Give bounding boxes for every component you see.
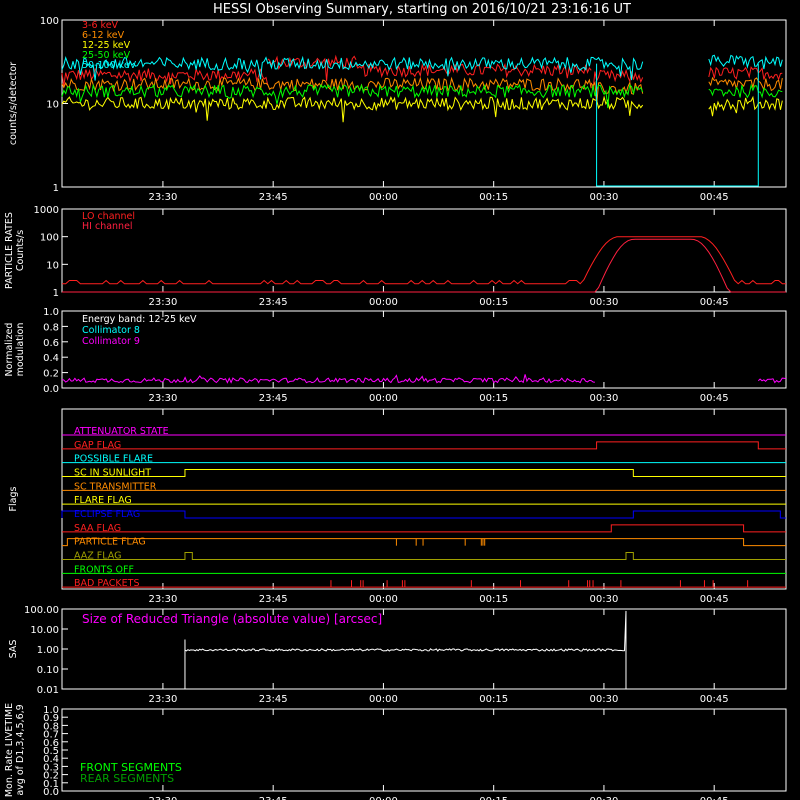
sas-annotation: Size of Reduced Triangle (absolute value… (82, 612, 382, 626)
sas-ytick-label: 0.10 (37, 665, 59, 676)
flags-panel: 23:30 23:45 00:00 00:15 00:30 00:45FlagsATTEN… (8, 408, 787, 605)
flag-trace (62, 441, 786, 450)
particle-rates-ytick-label: 1000 (34, 205, 59, 216)
modulation-annotation: Energy band: 12-25 keV (82, 314, 197, 325)
count-rates-frame (61, 19, 787, 188)
sas-xtick-label: 00:45 (700, 694, 729, 705)
livetime-xtick-label: 23:30 (149, 796, 178, 800)
livetime-ylabel: Mon. Rate LIVETIME (4, 703, 15, 797)
modulation-ytick-label: 0.8 (43, 322, 59, 333)
modulation-ylabel: modulation (15, 323, 26, 377)
series-Collimator-9 (61, 374, 786, 384)
sas-xtick-label: 23:30 (149, 694, 178, 705)
particle-rates-xtick-label: 23:45 (259, 297, 288, 308)
livetime-xtick-label: 00:00 (369, 796, 398, 800)
particle-rates-xtick-label: 23:30 (149, 297, 178, 308)
count-rates-ytick-label: 1 (53, 183, 59, 194)
modulation-ytick-label: 0.6 (43, 338, 59, 349)
series-LO-channel (62, 236, 786, 285)
livetime-ylabel: avg of D1,3,4,5,6,9 (15, 704, 26, 795)
flag-trace (62, 552, 786, 560)
legend-entry: Collimator 8 (82, 325, 140, 336)
flags-xtick-label: 00:30 (590, 594, 619, 605)
particle-rates-xtick-label: 00:15 (479, 297, 508, 308)
hessi-summary-figure: HESSI Observing Summary, starting on 201… (4, 2, 787, 800)
flag-trace (62, 538, 786, 547)
sas-xtick-label: 00:30 (590, 694, 619, 705)
modulation-ytick-label: 0.4 (43, 353, 59, 364)
livetime-xtick-label: 00:45 (700, 796, 729, 800)
sas-ytick-label: 1.00 (37, 645, 59, 656)
modulation-ylabel: Normalized (4, 323, 15, 377)
livetime-xtick-label: 00:30 (590, 796, 619, 800)
sas-ytick-label: 100.00 (24, 605, 59, 616)
livetime-ytick-label: 1.0 (43, 705, 59, 716)
flags-xtick-label: 23:45 (259, 594, 288, 605)
flags-xtick-label: 23:30 (149, 594, 178, 605)
livetime-xtick-label: 23:45 (259, 796, 288, 800)
sas-xtick-label: 00:00 (369, 694, 398, 705)
modulation-ytick-label: 0.0 (43, 384, 59, 395)
count-rates-panel: 23:30 23:45 00:00 00:15 00:30 00:45 1 10 100 coun… (8, 16, 787, 203)
livetime-panel: 23:3023:4500:0000:1500:3000:450.00.10.20… (4, 703, 787, 800)
livetime-xtick-label: 00:15 (479, 796, 508, 800)
particle-rates-xtick-label: 00:30 (590, 297, 619, 308)
count-rates-xtick-label: 23:30 (149, 192, 178, 203)
flag-trace (61, 510, 786, 519)
flags-xtick-label: 00:00 (369, 594, 398, 605)
count-rates-ytick-label: 100 (40, 16, 59, 27)
particle-rates-ytick-label: 10 (46, 260, 59, 271)
particle-rates-ylabel: Counts/s (15, 230, 26, 271)
count-rates-ylabel: counts/s/detector (8, 62, 19, 145)
sas-xtick-label: 00:15 (479, 694, 508, 705)
legend-entry: Collimator 9 (82, 336, 140, 347)
modulation-xtick-label: 00:00 (369, 393, 398, 404)
legend-entry: 50-100 keV (82, 60, 137, 71)
modulation-ytick-label: 1.0 (43, 307, 59, 318)
flags-xtick-label: 00:15 (479, 594, 508, 605)
series-12-25-keV (61, 95, 783, 123)
flag-trace (62, 524, 786, 533)
legend-entry: REAR SEGMENTS (80, 772, 174, 785)
figure-title: HESSI Observing Summary, starting on 201… (213, 2, 631, 17)
count-rates-ytick-label: 10 (46, 100, 59, 111)
modulation-xtick-label: 00:45 (700, 393, 729, 404)
particle-rates-ytick-label: 100 (40, 233, 59, 244)
count-rates-xtick-label: 00:45 (700, 192, 729, 203)
modulation-xtick-label: 23:45 (259, 393, 288, 404)
particle-rates-ytick-label: 1 (53, 288, 59, 299)
sas-ytick-label: 0.01 (37, 685, 59, 696)
sas-panel: 23:30 23:45 00:00 00:15 00:30 00:45 0.01 0.10 1.… (8, 605, 787, 705)
modulation-xtick-label: 00:15 (479, 393, 508, 404)
flags-frame (61, 408, 787, 590)
count-rates-xtick-label: 23:45 (259, 192, 288, 203)
particle-rates-panel: 23:30 23:45 00:00 00:15 00:30 00:45 1 10 100 1000… (4, 205, 787, 308)
sas-ytick-label: 10.00 (30, 625, 59, 636)
count-rates-xtick-label: 00:15 (479, 192, 508, 203)
sas-xtick-label: 23:45 (259, 694, 288, 705)
flags-xtick-label: 00:45 (700, 594, 729, 605)
modulation-xtick-label: 23:30 (149, 393, 178, 404)
legend-entry: HI channel (82, 221, 133, 232)
modulation-panel: 23:30 23:45 00:00 00:15 00:30 00:45 0.0 0.2 0.4 0… (4, 307, 787, 404)
particle-rates-xtick-label: 00:00 (369, 297, 398, 308)
sas-ylabel: SAS (8, 640, 19, 659)
flags-ylabel: Flags (8, 486, 19, 511)
count-rates-xtick-label: 00:30 (590, 192, 619, 203)
series-25-50-keV (61, 83, 783, 109)
count-rates-xtick-label: 00:00 (369, 192, 398, 203)
particle-rates-ylabel: PARTICLE RATES (4, 212, 15, 289)
modulation-ytick-label: 0.2 (43, 369, 59, 380)
flag-trace (62, 469, 786, 477)
particle-rates-frame (61, 208, 787, 293)
modulation-xtick-label: 00:30 (590, 393, 619, 404)
particle-rates-xtick-label: 00:45 (700, 297, 729, 308)
